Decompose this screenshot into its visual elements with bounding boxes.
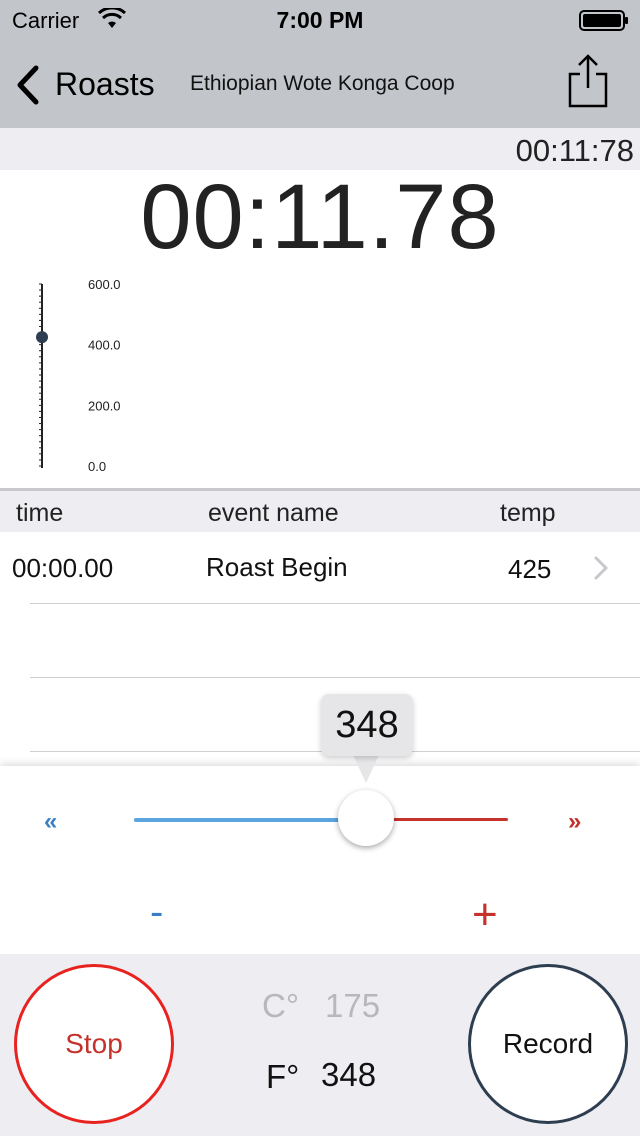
- chevron-right-icon[interactable]: [592, 555, 610, 581]
- celsius-unit[interactable]: C°: [262, 987, 299, 1025]
- value-bubble-tail: [353, 755, 379, 783]
- fahrenheit-unit[interactable]: F°: [266, 1058, 299, 1096]
- status-time: 7:00 PM: [276, 7, 364, 33]
- stop-button[interactable]: Stop: [14, 964, 174, 1124]
- timer-strip: 00:11:78: [0, 128, 640, 170]
- back-chevron-icon[interactable]: [14, 64, 42, 106]
- increase-button[interactable]: +: [472, 890, 498, 940]
- share-icon[interactable]: [566, 52, 610, 110]
- fahrenheit-value: 348: [321, 1056, 377, 1093]
- y-tick-label: 200.0: [88, 398, 121, 413]
- roast-chart: 600.0 400.0 200.0 0.0: [2, 264, 638, 488]
- battery-icon: [579, 10, 628, 31]
- header-time: time: [16, 499, 64, 527]
- y-tick-label: 600.0: [88, 277, 121, 292]
- event-table-header: time event name temp: [0, 488, 640, 532]
- y-tick-label: 0.0: [88, 459, 106, 474]
- row-event-name: Roast Begin: [206, 552, 348, 582]
- back-button[interactable]: Roasts: [55, 66, 155, 103]
- record-button[interactable]: Record: [468, 964, 628, 1124]
- page-title: Ethiopian Wote Konga Coop: [190, 72, 455, 95]
- slider-track-low[interactable]: [134, 818, 366, 822]
- roast-chart-svg: 600.0 400.0 200.0 0.0: [36, 277, 121, 474]
- header-event-name: event name: [208, 499, 339, 527]
- increase-fast-button[interactable]: »: [568, 808, 581, 836]
- y-tick-label: 400.0: [88, 338, 121, 353]
- temperature-slider-panel: [0, 766, 640, 954]
- slider-value-bubble: 348: [321, 694, 413, 756]
- header-temp: temp: [500, 499, 556, 527]
- row-time: 00:00.00: [12, 553, 114, 583]
- elapsed-time-large: 00:11.78: [140, 166, 500, 268]
- elapsed-time-small: 00:11:78: [515, 133, 634, 168]
- decrease-fast-button[interactable]: «: [44, 808, 57, 836]
- slider-thumb[interactable]: [338, 790, 394, 846]
- status-bar: Carrier 7:00 PM: [0, 0, 640, 40]
- row-separator: [30, 603, 640, 604]
- data-point: [36, 331, 48, 344]
- navigation-bar: Carrier 7:00 PM Roasts Ethiopian Wote Ko…: [0, 0, 640, 128]
- row-separator: [30, 677, 640, 678]
- decrease-button[interactable]: -: [150, 890, 163, 935]
- celsius-value: 175: [325, 987, 381, 1024]
- row-temp: 425: [508, 554, 552, 584]
